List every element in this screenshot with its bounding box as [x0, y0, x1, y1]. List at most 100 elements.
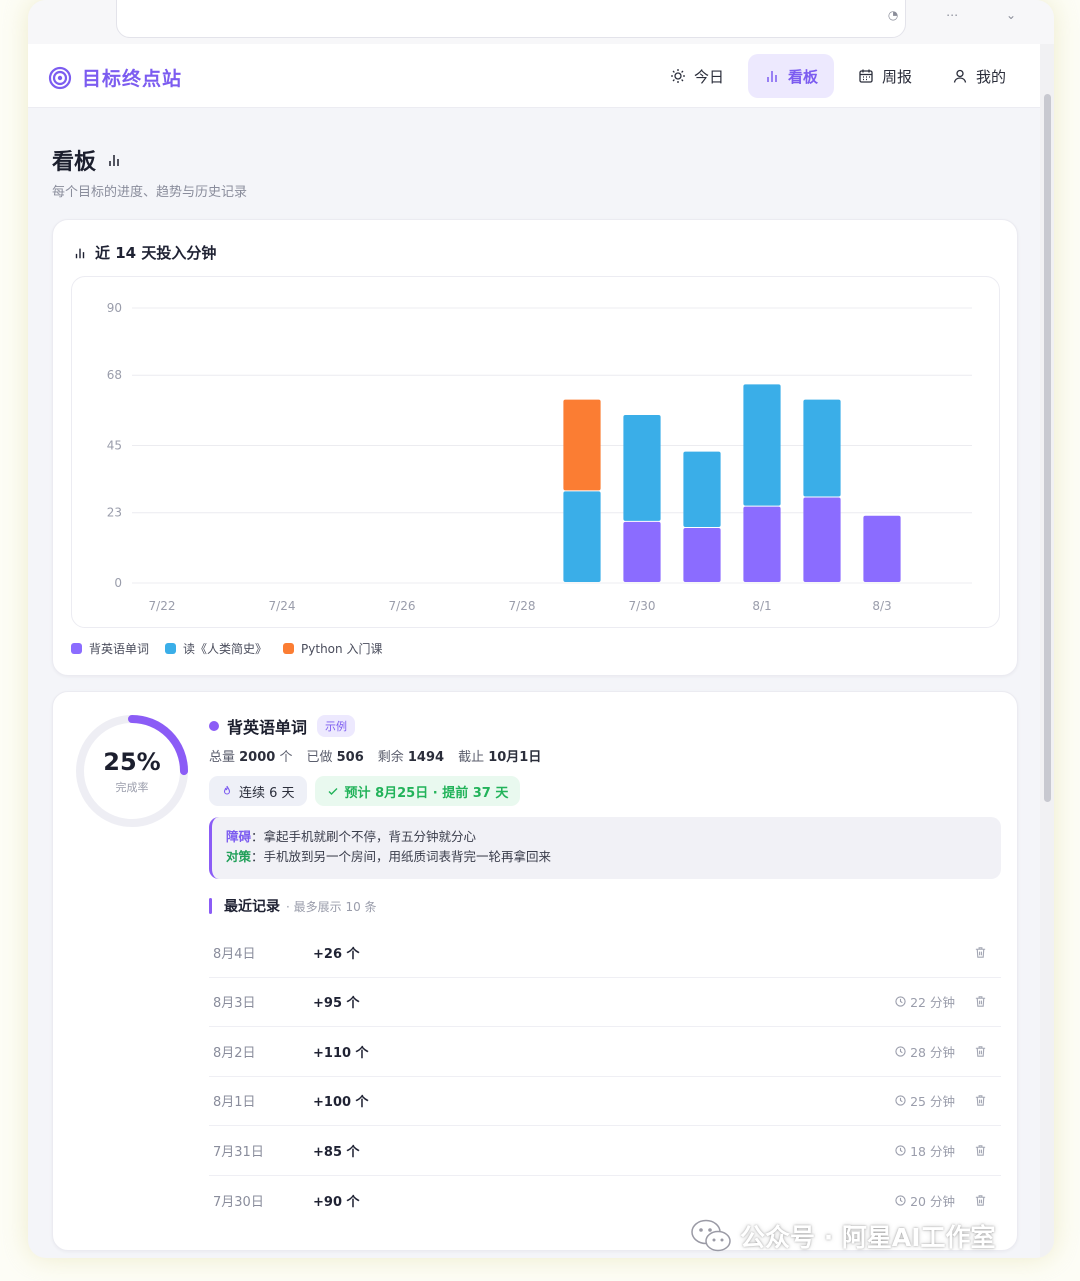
chart-area: 0 23 45 68 90 7/22 7/24 7/26 7/28 7/30 8/1 8/3 — [71, 276, 1000, 628]
bar-segment[interactable] — [623, 521, 661, 582]
record-date: 8月2日 — [213, 1045, 256, 1061]
bar-segment[interactable] — [743, 384, 781, 506]
legend-label: Python 入门课 — [301, 642, 383, 656]
record-amount: +95 个 — [313, 996, 360, 1012]
goal-color-dot — [209, 721, 219, 731]
record-amount: +100 个 — [313, 1095, 369, 1111]
strategy-line: 对策：手机放到另一个房间，用纸质词表背完一轮再拿回来 — [226, 849, 552, 864]
y-tick-label: 68 — [107, 368, 122, 382]
clock-icon — [895, 996, 906, 1007]
nav-tab-label: 看板 — [787, 67, 818, 86]
legend-item[interactable]: 背英语单词 — [71, 640, 149, 657]
sample-badge: 示例 — [317, 715, 356, 737]
bar-segment[interactable] — [623, 414, 661, 521]
scrollbar-thumb[interactable] — [1044, 94, 1051, 802]
record-amount: +85 个 — [313, 1144, 360, 1160]
watermark: 公众号 · 阿星AI工作室 — [690, 1218, 996, 1254]
trash-icon[interactable] — [974, 1144, 987, 1157]
y-tick-label: 23 — [107, 506, 122, 520]
nav-tab-board[interactable]: 看板 — [747, 54, 834, 98]
obstacle-text: 拿起手机就刷个不停，背五分钟就分心 — [263, 829, 477, 844]
legend-swatch — [165, 643, 177, 654]
obstacle-key: 障碍 — [226, 829, 252, 844]
goal-name[interactable]: 背英语单词 — [227, 714, 307, 738]
y-tick-label: 90 — [107, 301, 122, 315]
page-title: 看板 — [52, 144, 122, 176]
bar-segment[interactable] — [683, 451, 721, 527]
nav-tab-me[interactable]: 我的 — [936, 54, 1022, 98]
page-title-text: 看板 — [52, 150, 97, 175]
record-amount: +26 个 — [313, 946, 360, 962]
nav-tab-label: 周报 — [881, 67, 912, 86]
bar-segment[interactable] — [683, 528, 721, 582]
progress-label: 完成率 — [115, 781, 149, 794]
bar-chart-icon — [767, 71, 777, 82]
bar-segment[interactable] — [803, 399, 841, 497]
strategy-key: 对策 — [226, 849, 252, 864]
legend-swatch — [283, 643, 295, 654]
legend-label: 读《人类简史》 — [183, 642, 268, 656]
x-tick-label: 7/22 — [149, 599, 176, 613]
trash-icon[interactable] — [974, 946, 987, 959]
record-date: 8月3日 — [213, 996, 256, 1012]
goal-stat: 截止 10月1日 — [458, 750, 542, 765]
nav-tab-label: 我的 — [975, 67, 1006, 86]
bar-segment[interactable] — [863, 515, 901, 582]
top-navigation: 目标终点站 今日 看板 周报 我的 — [28, 44, 1040, 108]
trash-icon[interactable] — [974, 1094, 987, 1107]
record-row: 8月2日 +110 个 28 分钟 — [209, 1027, 1001, 1077]
legend-swatch — [71, 643, 82, 654]
bar-chart-icon — [75, 248, 85, 258]
brand[interactable]: 目标终点站 — [48, 64, 182, 91]
brand-name: 目标终点站 — [82, 68, 183, 90]
scrollbar[interactable] — [1040, 44, 1054, 1258]
eta-chip: 预计 8月25日 · 提前 37 天 — [314, 776, 521, 806]
trash-icon[interactable] — [974, 1194, 987, 1207]
x-tick-label: 7/30 — [629, 599, 656, 613]
goal-chips: 连续 6 天 预计 8月25日 · 提前 37 天 — [209, 776, 521, 806]
goal-card: 25% 完成率 背英语单词 示例 总量 2000 个已做 506 剩余 1494 截… — [52, 691, 1018, 1251]
calendar-icon — [859, 69, 873, 83]
bar-segment[interactable] — [563, 399, 601, 491]
browser-toolbar-icons[interactable]: ◔ ⋯ ⌄ — [888, 8, 1038, 22]
chart-legend: 背英语单词 读《人类简史》 Python 入门课 — [71, 640, 382, 657]
bar-segment[interactable] — [563, 491, 601, 582]
goal-header: 背英语单词 示例 — [209, 714, 356, 738]
legend-item[interactable]: Python 入门课 — [283, 640, 382, 657]
trash-icon[interactable] — [974, 995, 987, 1008]
records-note: · 最多展示 10 条 — [286, 899, 377, 914]
target-icon — [48, 66, 72, 89]
nav-tab-today[interactable]: 今日 — [654, 54, 740, 98]
x-tick-label: 8/1 — [752, 599, 771, 613]
obstacle-box: 障碍：拿起手机就刷个不停，背五分钟就分心 对策：手机放到另一个房间，用纸质词表背… — [209, 817, 1001, 879]
x-tick-label: 7/24 — [269, 599, 296, 613]
goal-stats: 总量 2000 个已做 506 剩余 1494 截止 10月1日 — [209, 746, 541, 765]
clock-icon — [895, 1046, 906, 1057]
record-duration: 28 分钟 — [895, 1042, 955, 1061]
trash-icon[interactable] — [974, 1045, 987, 1058]
goal-stat: 剩余 1494 — [377, 750, 445, 765]
chart-title: 近 14 天投入分钟 — [95, 244, 217, 262]
bar-segment[interactable] — [743, 506, 781, 582]
x-tick-label: 8/3 — [872, 599, 891, 613]
record-row: 8月1日 +100 个 25 分钟 — [209, 1077, 1001, 1126]
nav-tab-weekly[interactable]: 周报 — [842, 54, 928, 98]
page-subtitle: 每个目标的进度、趋势与历史记录 — [52, 185, 248, 200]
address-bar[interactable] — [116, 0, 906, 38]
records-list: 8月4日 +26 个 8月3日 +95 个 22 分钟 8月2日 +110 个 28 分钟 8月… — [209, 928, 1001, 1225]
clock-icon — [895, 1145, 906, 1156]
flame-icon — [223, 785, 231, 795]
x-tick-label: 7/26 — [389, 599, 416, 613]
record-amount: +110 个 — [313, 1045, 369, 1061]
streak-text: 连续 6 天 — [239, 785, 295, 801]
bar-segment[interactable] — [803, 497, 841, 582]
chart-card: 近 14 天投入分钟 0 23 45 68 90 7/22 7/24 7/26 7/28 7/30… — [52, 219, 1018, 676]
progress-percent: 25% — [103, 748, 161, 776]
legend-item[interactable]: 读《人类简史》 — [165, 640, 267, 657]
streak-chip: 连续 6 天 — [209, 776, 307, 806]
eta-text: 预计 8月25日 · 提前 37 天 — [344, 785, 509, 801]
nav-tabs: 今日 看板 周报 我的 — [654, 54, 1022, 98]
nav-tab-label: 今日 — [693, 67, 724, 86]
sun-icon — [670, 69, 685, 83]
records-header: 最近记录 · 最多展示 10 条 — [209, 896, 377, 916]
